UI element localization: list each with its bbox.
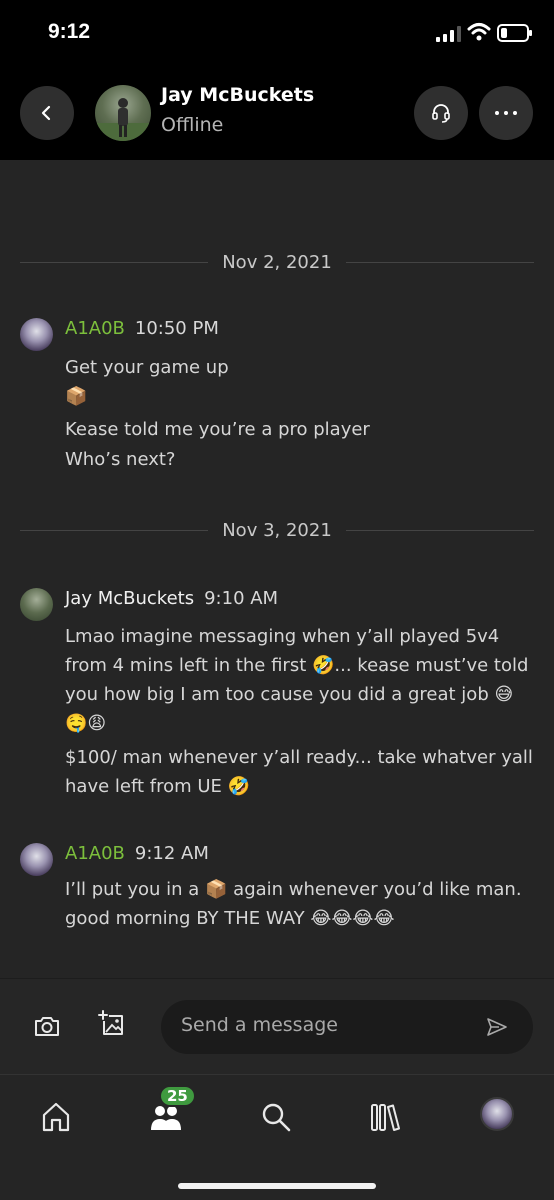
more-horizontal-icon — [495, 111, 517, 115]
sender-avatar[interactable] — [20, 588, 53, 621]
search-icon — [262, 1103, 291, 1132]
message-text: Get your game up — [65, 357, 229, 378]
send-icon[interactable] — [485, 1015, 509, 1039]
conversation-header: Jay McBuckets Offline — [0, 80, 554, 150]
message-group: A1A0B 10:50 PM Get your game up 📦 Kease t… — [0, 318, 554, 478]
back-button[interactable] — [20, 86, 74, 140]
headset-icon — [432, 104, 450, 123]
message-text: Who’s next? — [65, 449, 176, 470]
status-time: 9:12 — [48, 20, 91, 43]
top-bar: 9:12 Jay McBuckets Offline — [0, 0, 554, 160]
chevron-left-icon — [41, 105, 51, 121]
divider — [345, 261, 534, 263]
divider — [20, 261, 209, 263]
nav-profile-avatar[interactable] — [480, 1097, 514, 1131]
start-party-button[interactable] — [414, 86, 468, 140]
date-separator: Nov 2, 2021 — [20, 250, 534, 274]
message-header: A1A0B 10:50 PM — [65, 318, 219, 339]
add-image-icon[interactable] — [98, 1010, 126, 1038]
sender-name[interactable]: A1A0B — [65, 318, 125, 339]
nav-library[interactable] — [368, 1099, 404, 1135]
message-text: I’ll put you in a 📦 again whenever you’d… — [65, 879, 522, 929]
date-separator: Nov 3, 2021 — [20, 518, 534, 542]
notification-badge: 25 — [159, 1085, 196, 1107]
person-silhouette-icon — [95, 98, 151, 141]
message-time: 9:12 AM — [134, 843, 209, 864]
sender-avatar[interactable] — [20, 843, 53, 876]
wifi-icon — [467, 23, 491, 41]
battery-icon — [497, 24, 532, 42]
date-label: Nov 2, 2021 — [222, 251, 332, 273]
contact-name[interactable]: Jay McBuckets — [161, 84, 314, 106]
message-time: 9:10 AM — [204, 588, 279, 609]
sender-name[interactable]: Jay McBuckets — [65, 588, 194, 609]
divider — [20, 529, 209, 531]
bottom-navigation: 25 — [0, 1074, 554, 1200]
library-icon — [371, 1104, 400, 1131]
message-composer: Send a message — [0, 978, 554, 1074]
signal-icon — [436, 26, 461, 42]
message-header: Jay McBuckets 9:10 AM — [65, 588, 278, 609]
more-options-button[interactable] — [479, 86, 533, 140]
message-input-box[interactable]: Send a message — [161, 1000, 533, 1054]
contact-avatar[interactable] — [95, 85, 151, 141]
message-text: Kease told me you’re a pro player — [65, 419, 370, 440]
divider — [345, 529, 534, 531]
date-label: Nov 3, 2021 — [222, 519, 332, 541]
message-header: A1A0B 9:12 AM — [65, 843, 209, 864]
sender-name[interactable]: A1A0B — [65, 843, 125, 864]
status-bar: 9:12 — [0, 0, 554, 66]
message-input[interactable]: Send a message — [181, 1014, 338, 1036]
sender-avatar[interactable] — [20, 318, 53, 351]
message-group: Jay McBuckets 9:10 AM Lmao imagine messag… — [0, 588, 554, 808]
camera-icon[interactable] — [33, 1014, 61, 1038]
message-text: Lmao imagine messaging when y’all played… — [65, 626, 529, 734]
home-indicator — [178, 1183, 376, 1189]
message-text: $100/ man whenever y’all ready... take w… — [65, 747, 533, 797]
message-time: 10:50 PM — [134, 318, 219, 339]
message-group: A1A0B 9:12 AM I’ll put you in a 📦 again w… — [0, 843, 554, 943]
message-text: 📦 — [65, 386, 88, 407]
nav-search[interactable] — [258, 1099, 294, 1135]
contact-presence: Offline — [161, 114, 224, 136]
nav-home[interactable] — [38, 1099, 74, 1135]
home-icon — [42, 1102, 70, 1132]
